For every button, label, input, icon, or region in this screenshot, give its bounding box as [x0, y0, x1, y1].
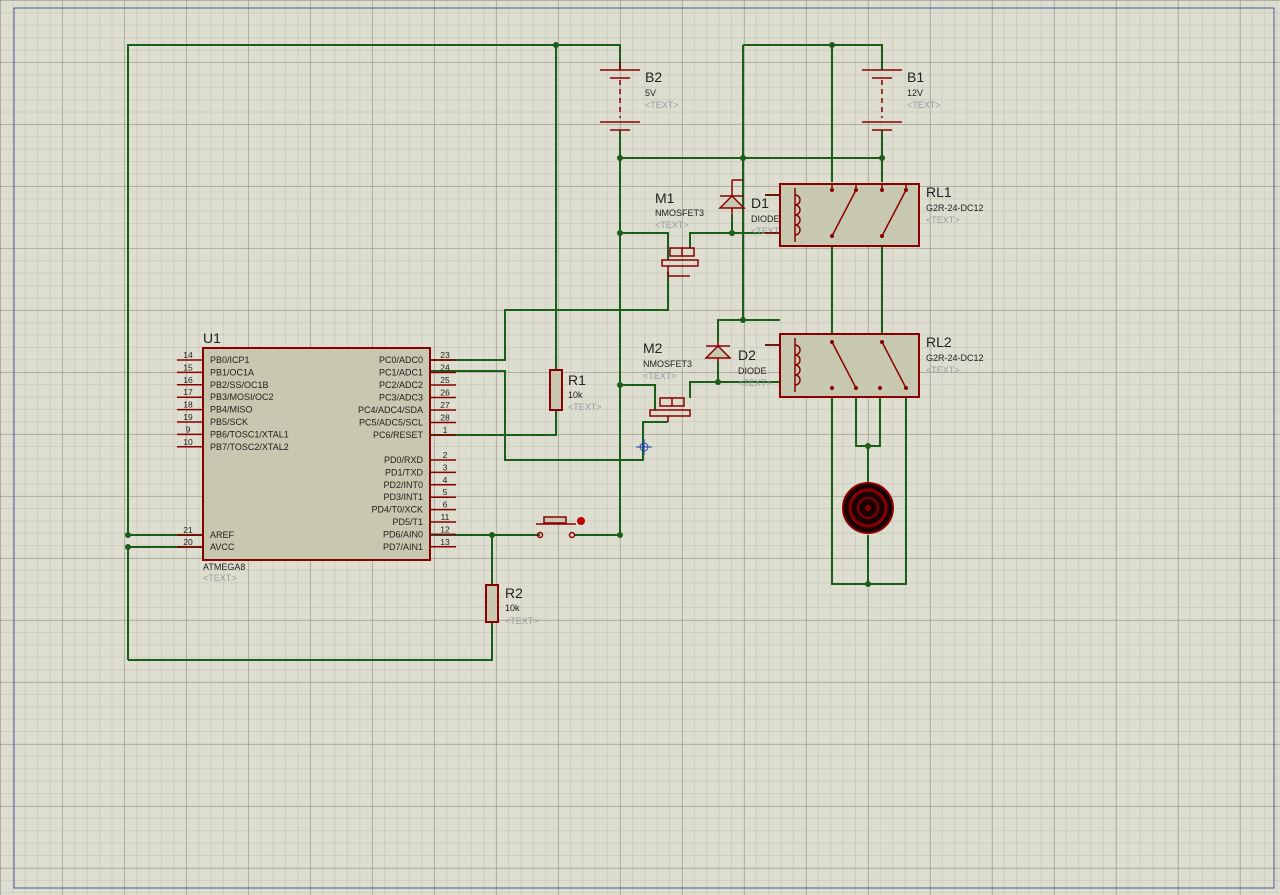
d2-ref: D2: [738, 347, 756, 363]
u1-pin-number: 23: [440, 350, 450, 360]
u1-pin-name: PD7/AIN1: [383, 542, 423, 552]
u1-pin-number: 16: [183, 375, 193, 385]
d1-ref: D1: [751, 195, 769, 211]
u1-pin-number: 1: [443, 425, 448, 435]
m2-mosfet[interactable]: M2 NMOSFET3 <TEXT>: [643, 340, 692, 422]
u1-pin-number: 27: [440, 400, 450, 410]
b1-ref: B1: [907, 69, 924, 85]
b1-battery[interactable]: B1 12V <TEXT>: [862, 69, 941, 131]
r1-resistor[interactable]: R1 10k <TEXT>: [549, 369, 602, 412]
u1-pin-name: PB7/TOSC2/XTAL2: [210, 442, 289, 452]
u1-pin-name: PD3/INT1: [383, 492, 423, 502]
r2-ref: R2: [505, 585, 523, 601]
u1-pin-number: 5: [443, 487, 448, 497]
d2-text: <TEXT>: [738, 378, 772, 388]
u1-pin-name: PC5/ADC5/SCL: [359, 418, 423, 428]
b2-text: <TEXT>: [645, 100, 679, 110]
u1-pin-number: 14: [183, 350, 193, 360]
u1-pin-name: PB2/SS/OC1B: [210, 380, 269, 390]
m2-value: NMOSFET3: [643, 359, 692, 369]
u1-text: <TEXT>: [203, 573, 237, 583]
d1-diode[interactable]: D1 DIODE <TEXT>: [718, 179, 785, 236]
u1-pin-name: PC3/ADC3: [379, 393, 423, 403]
u1-pin-number: 26: [440, 388, 450, 398]
origin-marker-icon: [636, 439, 652, 455]
button-indicator-icon[interactable]: [577, 517, 585, 525]
r2-text: <TEXT>: [505, 616, 539, 626]
r2-resistor[interactable]: R2 10k <TEXT>: [485, 584, 539, 626]
rl1-relay[interactable]: RL1 G2R-24-DC12 <TEXT>: [765, 183, 984, 247]
u1-pin-name: PC4/ADC4/SDA: [358, 405, 423, 415]
u1-pin-number: 10: [183, 437, 193, 447]
u1-pin-name: PC1/ADC1: [379, 368, 423, 378]
u1-pin-number: 12: [440, 524, 450, 534]
u1-pin-number: 17: [183, 387, 193, 397]
b2-value: 5V: [645, 88, 656, 98]
u1-pin-name: PB0/ICP1: [210, 355, 250, 365]
u1-pin-number: 3: [443, 462, 448, 472]
u1-pin-name: AREF: [210, 530, 235, 540]
d1-value: DIODE: [751, 214, 780, 224]
u1-pin-name: PD1/TXD: [385, 467, 424, 477]
rl1-value: G2R-24-DC12: [926, 203, 984, 213]
schematic-drawing[interactable]: 14 PB0/ICP115 PB1/OC1A16 PB2/SS/OC1B17 PB3/M…: [0, 0, 1280, 895]
rl2-relay[interactable]: RL2 G2R-24-DC12 <TEXT>: [765, 333, 984, 398]
u1-atmega8[interactable]: 14 PB0/ICP115 PB1/OC1A16 PB2/SS/OC1B17 PB3/M…: [177, 330, 456, 583]
r2-value: 10k: [505, 603, 520, 613]
m1-text: <TEXT>: [655, 220, 689, 230]
u1-pin-number: 24: [440, 363, 450, 373]
schematic-canvas[interactable]: 14 PB0/ICP1 15 PB1/OC1A 16 PB2/SS/OC1B 17 PB3/M…: [0, 0, 1280, 895]
u1-pin-name: AVCC: [210, 542, 235, 552]
u1-pin-number: 21: [183, 525, 193, 535]
u1-pin-number: 18: [183, 400, 193, 410]
u1-pin-number: 19: [183, 412, 193, 422]
rl2-ref: RL2: [926, 334, 952, 350]
u1-pin-number: 6: [443, 500, 448, 510]
u1-pin-name: PD5/T1: [392, 517, 423, 527]
dc-motor[interactable]: [842, 482, 894, 534]
m2-ref: M2: [643, 340, 663, 356]
r1-ref: R1: [568, 372, 586, 388]
u1-pin-name: PB1/OC1A: [210, 367, 254, 377]
r1-value: 10k: [568, 390, 583, 400]
b1-value: 12V: [907, 88, 923, 98]
u1-pin-number: 4: [443, 475, 448, 485]
u1-pin-name: PC0/ADC0: [379, 355, 423, 365]
u1-pin-number: 15: [183, 362, 193, 372]
m2-text: <TEXT>: [643, 371, 677, 381]
u1-pin-number: 28: [440, 413, 450, 423]
u1-pin-name: PB3/MOSI/OC2: [210, 392, 274, 402]
u1-pin-number: 25: [440, 375, 450, 385]
u1-pin-name: PC6/RESET: [373, 430, 424, 440]
u1-pin-number: 13: [440, 537, 450, 547]
u1-pin-number: 20: [183, 537, 193, 547]
rl2-value: G2R-24-DC12: [926, 353, 984, 363]
m1-value: NMOSFET3: [655, 208, 704, 218]
u1-pin-name: PB4/MISO: [210, 405, 253, 415]
rl2-text: <TEXT>: [926, 365, 960, 375]
u1-pin-name: PB6/TOSC1/XTAL1: [210, 429, 289, 439]
b2-ref: B2: [645, 69, 662, 85]
r1-text: <TEXT>: [568, 402, 602, 412]
u1-pin-name: PD2/INT0: [383, 480, 423, 490]
u1-pin-name: PB5/SCK: [210, 417, 248, 427]
b2-battery[interactable]: B2 5V <TEXT>: [600, 62, 679, 131]
u1-pin-name: PD6/AIN0: [383, 529, 423, 539]
u1-pin-name: PD4/T0/XCK: [371, 505, 423, 515]
u1-ref: U1: [203, 330, 221, 346]
u1-pin-number: 11: [441, 512, 450, 522]
rl1-text: <TEXT>: [926, 215, 960, 225]
rl1-ref: RL1: [926, 184, 952, 200]
u1-pin-name: PD0/RXD: [384, 455, 424, 465]
u1-value: ATMEGA8: [203, 562, 245, 572]
u1-pin-name: PC2/ADC2: [379, 380, 423, 390]
u1-pin-number: 2: [443, 450, 448, 460]
u1-pin-number: 9: [186, 424, 191, 434]
d2-value: DIODE: [738, 366, 767, 376]
b1-text: <TEXT>: [907, 100, 941, 110]
m1-ref: M1: [655, 190, 675, 206]
